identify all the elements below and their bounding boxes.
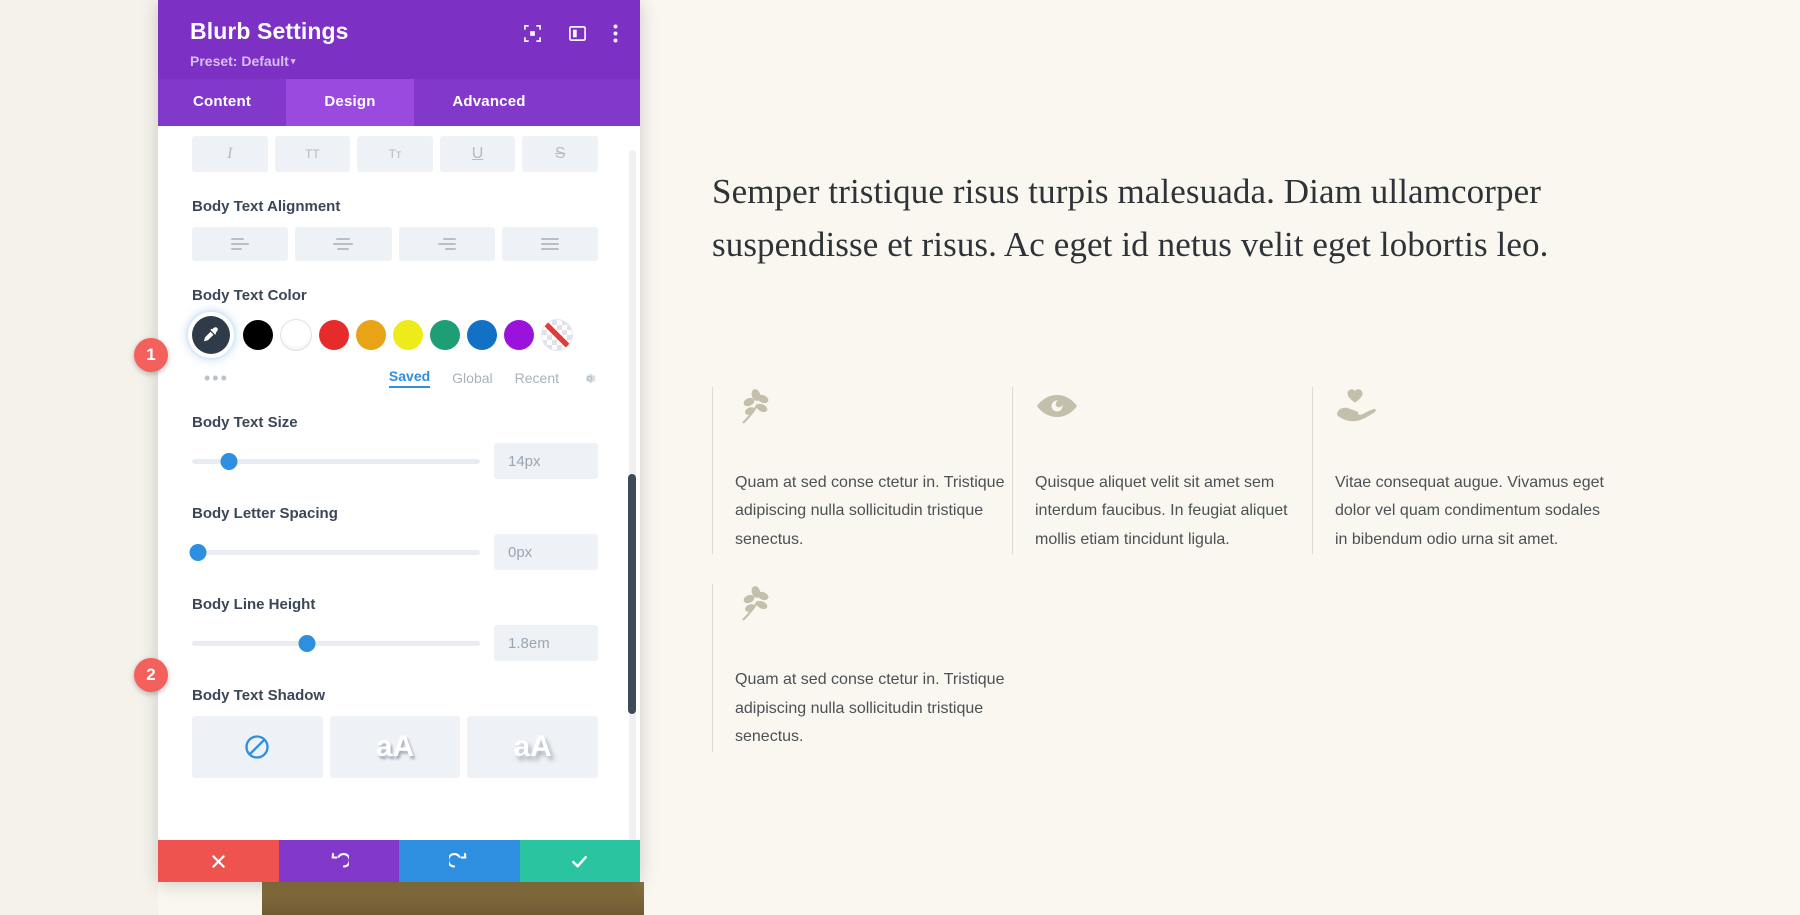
panel-body: I TT Tт U S Body Text Alignment Body Tex… xyxy=(158,126,640,882)
heart-in-hand-icon xyxy=(1335,387,1612,441)
focus-icon[interactable] xyxy=(523,24,542,43)
more-colors-icon[interactable]: ••• xyxy=(204,369,229,387)
undo-button[interactable] xyxy=(278,840,399,882)
blurb-text: Quam at sed conse ctetur in. Tristique a… xyxy=(735,474,1005,548)
color-tab-recent[interactable]: Recent xyxy=(515,370,559,386)
slider-track xyxy=(192,640,480,646)
color-options-row: ••• Saved Global Recent xyxy=(192,368,598,388)
body-text-alignment-label: Body Text Alignment xyxy=(192,198,341,215)
chevron-down-icon: ▾ xyxy=(290,56,296,66)
italic-button[interactable]: I xyxy=(192,136,268,172)
uppercase-button[interactable]: TT xyxy=(274,136,351,172)
leaf-branch-icon xyxy=(735,584,1012,638)
color-tab-global[interactable]: Global xyxy=(452,370,492,386)
panel-body-inner: I TT Tт U S Body Text Alignment Body Tex… xyxy=(158,126,640,778)
align-center-button[interactable] xyxy=(295,227,392,261)
preset-selector[interactable]: Preset: Default ▾ xyxy=(190,53,618,69)
color-tab-saved[interactable]: Saved xyxy=(388,368,431,388)
more-vertical-icon[interactable] xyxy=(613,24,618,43)
save-button[interactable] xyxy=(519,840,640,882)
strikethrough-button[interactable]: S xyxy=(522,136,598,172)
body-text-shadow-row: aA aA xyxy=(192,716,599,778)
body-text-size-label: Body Text Size xyxy=(192,414,298,431)
blurb-grid: Quam at sed conse ctetur in. Tristique a… xyxy=(712,387,1652,752)
panel-header: Blurb Settings Preset: Default ▾ xyxy=(158,0,640,79)
body-line-height-label: Body Line Height xyxy=(192,596,316,613)
blurb-text: Quisque aliquet velit sit amet sem inter… xyxy=(1035,474,1288,548)
page-left-gutter xyxy=(0,0,158,915)
shadow-soft-glyph: aA xyxy=(375,730,415,763)
swatch-black[interactable] xyxy=(243,320,273,350)
align-right-button[interactable] xyxy=(398,227,495,261)
panel-header-icons xyxy=(523,24,618,43)
page-bottom-image-strip xyxy=(262,882,644,915)
leaf-branch-icon xyxy=(735,387,1012,441)
color-source-tabs: Saved Global Recent xyxy=(388,368,598,388)
close-icon xyxy=(212,854,225,868)
check-icon xyxy=(572,855,588,867)
tab-content[interactable]: Content xyxy=(158,79,286,126)
body-text-size-slider[interactable] xyxy=(192,451,480,471)
step-badge-2: 2 xyxy=(134,658,168,692)
body-text-color-label: Body Text Color xyxy=(192,287,307,304)
swatch-green[interactable] xyxy=(430,320,460,350)
underline-button[interactable]: U xyxy=(439,136,516,172)
blurb-item[interactable]: Quam at sed conse ctetur in. Tristique a… xyxy=(712,387,1012,555)
swatch-red[interactable] xyxy=(319,320,349,350)
eye-icon xyxy=(1035,387,1312,441)
swatch-purple[interactable] xyxy=(504,320,534,350)
redo-icon xyxy=(449,852,467,868)
shadow-none-button[interactable] xyxy=(192,716,323,778)
body-text-size-value[interactable]: 14px xyxy=(494,443,598,479)
blurb-item[interactable]: Quam at sed conse ctetur in. Tristique a… xyxy=(712,584,1012,752)
cancel-button[interactable] xyxy=(158,840,279,882)
slider-thumb[interactable] xyxy=(298,634,316,652)
body-text-alignment-row xyxy=(192,227,598,261)
body-letter-spacing-slider-row: 0px xyxy=(189,534,598,570)
layout-panel-icon[interactable] xyxy=(568,24,587,43)
redo-button[interactable] xyxy=(399,840,520,882)
undo-icon xyxy=(331,852,349,868)
slider-thumb[interactable] xyxy=(220,452,238,470)
panel-tabs: Content Design Advanced xyxy=(158,79,640,126)
blurb-item[interactable]: Quisque aliquet velit sit amet sem inter… xyxy=(1012,387,1312,555)
gear-icon[interactable] xyxy=(581,370,598,387)
body-line-height-value[interactable]: 1.8em xyxy=(494,625,598,661)
step-badge-1: 1 xyxy=(134,338,168,372)
eyedropper-picker[interactable] xyxy=(192,316,230,354)
body-letter-spacing-label: Body Letter Spacing xyxy=(192,505,338,522)
blurb-item[interactable]: Vitae consequat augue. Vivamus eget dolo… xyxy=(1312,387,1612,555)
blurb-text: Quam at sed conse ctetur in. Tristique a… xyxy=(735,671,1005,746)
align-justify-button[interactable] xyxy=(501,227,598,261)
page-heading: Semper tristique risus turpis malesuada.… xyxy=(712,172,1549,265)
tab-design[interactable]: Design xyxy=(286,79,414,126)
swatch-none[interactable] xyxy=(541,319,573,351)
body-letter-spacing-slider[interactable] xyxy=(189,542,480,562)
slider-thumb[interactable] xyxy=(189,543,207,561)
tab-advanced[interactable]: Advanced xyxy=(414,79,564,126)
swatch-yellow[interactable] xyxy=(393,320,423,350)
panel-action-bar xyxy=(158,840,640,882)
align-left-button[interactable] xyxy=(192,227,289,261)
blurb-settings-panel: Blurb Settings Preset: Default ▾ Content… xyxy=(158,0,640,882)
shadow-strong-glyph: aA xyxy=(513,730,552,763)
body-line-height-slider[interactable] xyxy=(192,633,480,653)
capitalize-button[interactable]: Tт xyxy=(357,136,433,172)
swatch-white[interactable] xyxy=(280,319,312,351)
swatch-blue[interactable] xyxy=(467,320,497,350)
shadow-soft-button[interactable]: aA xyxy=(329,716,461,778)
swatch-orange[interactable] xyxy=(356,320,386,350)
screen-root: Semper tristique risus turpis malesuada.… xyxy=(0,0,1800,915)
body-line-height-slider-row: 1.8em xyxy=(192,625,598,661)
body-text-shadow-label: Body Text Shadow xyxy=(192,687,326,704)
body-letter-spacing-value[interactable]: 0px xyxy=(494,534,598,570)
shadow-strong-button[interactable]: aA xyxy=(467,716,599,778)
color-swatch-row xyxy=(192,316,598,354)
preset-label: Preset: Default xyxy=(190,53,289,69)
slider-track xyxy=(192,549,480,555)
body-text-size-slider-row: 14px xyxy=(192,443,598,479)
blurb-text: Vitae consequat augue. Vivamus eget dolo… xyxy=(1335,474,1604,548)
text-style-button-row: I TT Tт U S xyxy=(192,136,598,172)
